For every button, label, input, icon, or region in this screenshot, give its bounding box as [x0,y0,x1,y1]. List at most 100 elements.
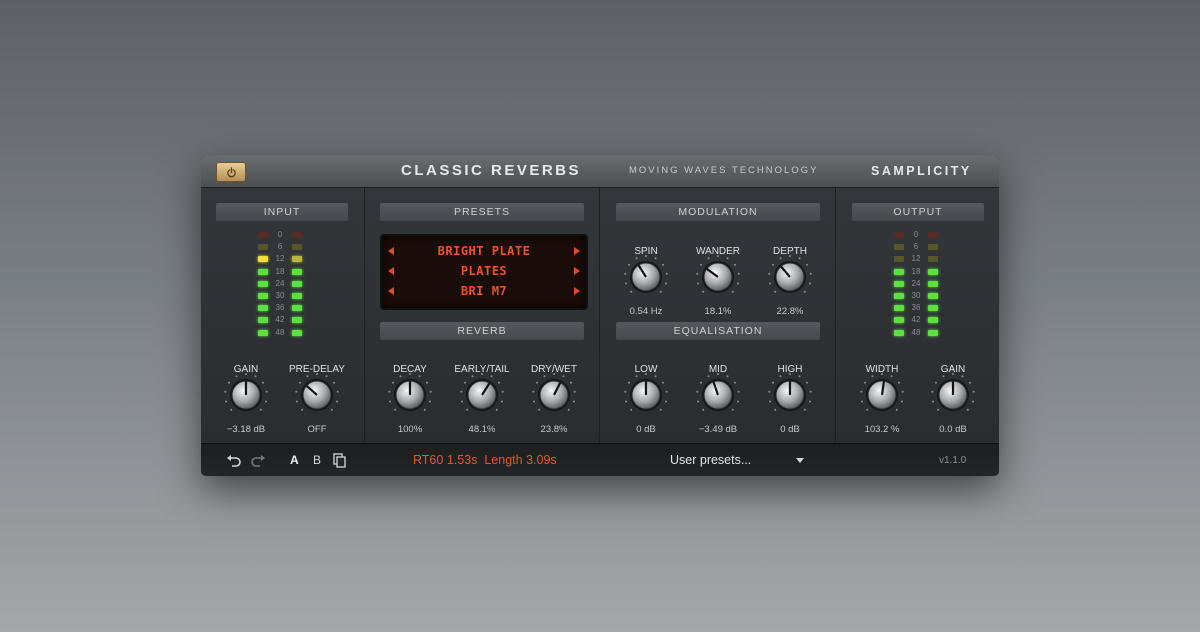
input-meter-led [292,256,302,263]
gain-knob[interactable] [930,372,976,418]
output-meter-led [894,293,904,299]
input-meter-scale-label: 6 [277,242,283,252]
input-meter-led [292,317,302,324]
brand-logo: SAMPLICITY [871,164,972,178]
decay-knob[interactable] [387,372,433,418]
output-meter-led [928,256,938,263]
pre-delay-knob[interactable] [294,372,340,418]
output-meter-led [894,232,904,238]
presets-reverb-section: PRESETS REVERB DECAY 100% EARLY/TAIL 48.1… [365,188,600,443]
low-knob[interactable] [623,372,669,418]
spin-knob[interactable] [623,254,669,300]
prev-program-arrow-icon[interactable] [388,287,394,295]
input-meter-led [258,244,268,251]
power-icon [226,166,236,177]
output-meter-scale-label: 30 [911,291,921,300]
input-meter-led [292,268,302,275]
input-meter-led [258,317,268,324]
output-meter-led [928,280,938,287]
preset-display: BRIGHT PLATE PLATES BRI M7 [380,234,588,310]
gain-knob[interactable] [223,372,269,418]
output-meter-led [894,244,904,251]
output-meter-scale-label: 0 [913,230,919,239]
preset-row-category[interactable]: PLATES [382,261,586,281]
input-meter-scale-label: 0 [277,230,283,239]
input-meter-led [258,256,268,263]
output-meter-led [894,256,904,263]
copy-icon[interactable] [333,453,346,468]
input-meter-scale-label: 42 [275,315,285,325]
redo-icon[interactable] [250,453,266,467]
input-meter-led [258,293,268,299]
ab-compare-a-button[interactable]: A [290,444,299,476]
output-meter-scale-label: 48 [911,327,921,337]
spin-value: 0.54 Hz [629,306,663,317]
width-knob[interactable] [859,372,905,418]
input-meter-led [292,329,302,336]
early-tail-knob[interactable] [459,372,505,418]
output-meter-led [928,293,938,299]
output-meter-led [894,329,904,336]
reverb-plugin-window: CLASSIC REVERBS MOVING WAVES TECHNOLOGY … [201,155,999,476]
output-meter-scale-label: 18 [911,266,921,276]
preset-row-program[interactable]: BRI M7 [382,281,586,301]
low-value: 0 dB [636,424,656,435]
dry-wet-knob[interactable] [531,372,577,418]
bottom-toolbar: A B RT60 1.53s Length 3.09s User presets… [201,443,999,476]
input-meter-led [292,305,302,312]
reverb-header: REVERB [380,322,584,340]
high-value: 0 dB [780,424,800,435]
chevron-down-icon[interactable] [796,458,804,463]
output-section: OUTPUT 0 6 12 18 24 30 36 42 48 WIDTH 103.2 % GAI… [836,188,999,443]
ab-compare-b-button[interactable]: B [313,444,321,476]
next-category-arrow-icon[interactable] [574,267,580,275]
input-meter-scale-label: 36 [275,303,285,313]
input-meter-scale-label: 48 [275,327,285,337]
preset-row-bank[interactable]: BRIGHT PLATE [382,241,586,261]
prev-category-arrow-icon[interactable] [388,267,394,275]
depth-value: 22.8% [776,306,804,317]
mid-value: −3.49 dB [698,424,738,435]
input-meter-scale-label: 24 [275,278,285,288]
input-meter-led [258,280,268,287]
next-bank-arrow-icon[interactable] [574,247,580,255]
equalisation-header: EQUALISATION [616,322,820,340]
user-presets-dropdown[interactable]: User presets... [670,444,751,476]
mid-knob[interactable] [695,372,741,418]
gain-value: 0.0 dB [939,424,967,435]
power-button[interactable] [216,162,246,182]
output-meter-scale-label: 36 [911,303,921,313]
output-meter-led [894,268,904,275]
depth-knob[interactable] [767,254,813,300]
product-title: CLASSIC REVERBS [401,162,582,179]
input-meter-scale-label: 12 [275,254,285,264]
output-header: OUTPUT [852,203,984,221]
output-meter-led [894,305,904,312]
input-meter-led [292,293,302,299]
output-meter-led [928,329,938,336]
output-meter-led [928,317,938,324]
rt60-readout: RT60 1.53s Length 3.09s [413,453,557,467]
input-meter-scale-label: 30 [275,291,285,300]
high-knob[interactable] [767,372,813,418]
output-meter-scale-label: 42 [911,315,921,325]
output-meter-scale-label: 12 [911,254,921,264]
wander-knob[interactable] [695,254,741,300]
input-meter-led [258,305,268,312]
prev-bank-arrow-icon[interactable] [388,247,394,255]
input-section: INPUT 0 6 12 18 24 30 36 42 48 GAIN −3.18 dB PRE-… [201,188,365,443]
presets-header: PRESETS [380,203,584,221]
title-bar: CLASSIC REVERBS MOVING WAVES TECHNOLOGY … [201,155,999,188]
input-meter-led [292,232,302,238]
input-meter-led [258,329,268,336]
early-tail-value: 48.1% [468,424,496,435]
input-meter-scale-label: 18 [275,266,285,276]
next-program-arrow-icon[interactable] [574,287,580,295]
version-label: v1.1.0 [939,455,967,466]
decay-value: 100% [397,424,423,435]
gain-value: −3.18 dB [226,424,266,435]
pre-delay-value: OFF [307,424,327,435]
input-header: INPUT [216,203,348,221]
input-meter-led [292,280,302,287]
undo-icon[interactable] [226,453,242,467]
